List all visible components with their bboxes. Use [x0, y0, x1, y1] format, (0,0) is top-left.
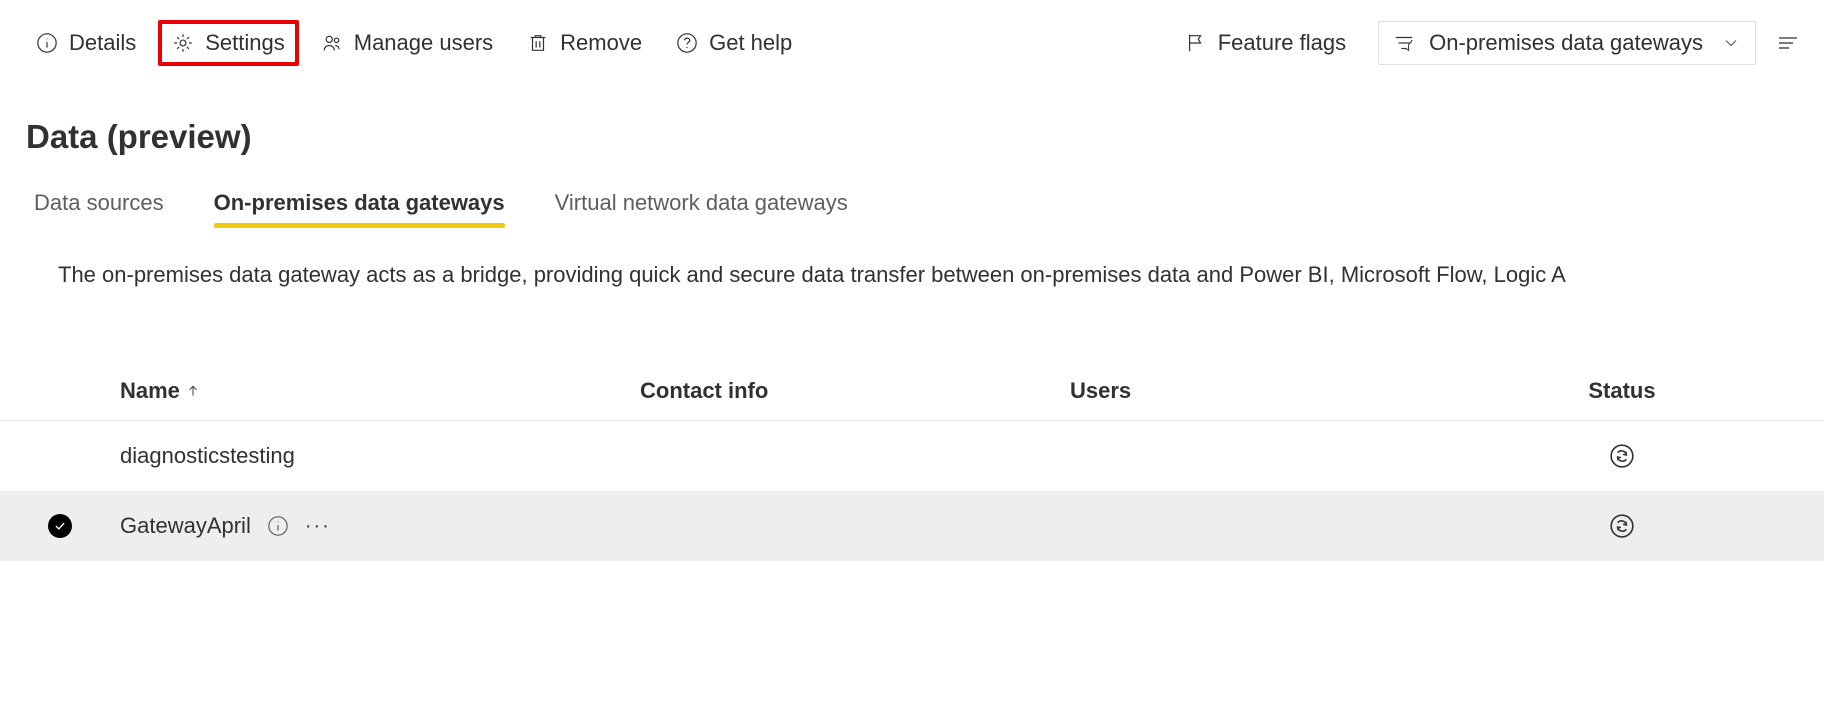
remove-button[interactable]: Remove: [515, 22, 654, 64]
settings-label: Settings: [205, 30, 285, 56]
feature-flags-button[interactable]: Feature flags: [1173, 22, 1358, 64]
table-row[interactable]: diagnosticstesting: [0, 421, 1824, 491]
column-header-name-label: Name: [120, 378, 180, 404]
tab-data-sources[interactable]: Data sources: [34, 190, 164, 226]
feature-flags-label: Feature flags: [1218, 30, 1346, 56]
help-icon: [676, 32, 698, 54]
details-label: Details: [69, 30, 136, 56]
get-help-button[interactable]: Get help: [664, 22, 804, 64]
column-header-contact[interactable]: Contact info: [640, 378, 1070, 404]
filter-dropdown[interactable]: On-premises data gateways: [1378, 21, 1756, 65]
gateway-name: GatewayApril: [120, 513, 251, 539]
refresh-icon[interactable]: [1609, 513, 1635, 539]
info-icon: [36, 32, 58, 54]
tab-virtual-network-gateways[interactable]: Virtual network data gateways: [555, 190, 848, 226]
settings-button[interactable]: Settings: [158, 20, 299, 66]
table-header: Name Contact info Users Status: [0, 378, 1824, 421]
chevron-down-icon: [1721, 33, 1741, 53]
info-icon[interactable]: [267, 515, 289, 537]
column-header-name[interactable]: Name: [120, 378, 640, 404]
tab-on-premises-gateways[interactable]: On-premises data gateways: [214, 190, 505, 226]
more-actions-icon[interactable]: ···: [305, 515, 331, 538]
table-row[interactable]: GatewayApril ···: [0, 491, 1824, 561]
details-button[interactable]: Details: [24, 22, 148, 64]
manage-users-label: Manage users: [354, 30, 493, 56]
page-title: Data (preview): [0, 86, 1824, 156]
sort-asc-icon: [186, 384, 200, 398]
command-bar: Details Settings Manage users Remove Get…: [0, 0, 1824, 86]
gateway-name: diagnosticstesting: [120, 443, 295, 469]
filter-list-icon[interactable]: [1776, 31, 1800, 55]
filter-icon: [1393, 32, 1415, 54]
get-help-label: Get help: [709, 30, 792, 56]
tab-bar: Data sources On-premises data gateways V…: [0, 156, 1824, 226]
manage-users-button[interactable]: Manage users: [309, 22, 505, 64]
gateway-table: Name Contact info Users Status diagnosti…: [0, 378, 1824, 561]
flag-icon: [1185, 32, 1207, 54]
people-icon: [321, 32, 343, 54]
column-header-status[interactable]: Status: [1450, 378, 1794, 404]
filter-dropdown-label: On-premises data gateways: [1429, 30, 1703, 56]
refresh-icon[interactable]: [1609, 443, 1635, 469]
trash-icon: [527, 32, 549, 54]
column-header-users[interactable]: Users: [1070, 378, 1450, 404]
row-selected-check-icon[interactable]: [48, 514, 72, 538]
tab-description: The on-premises data gateway acts as a b…: [0, 226, 1824, 288]
gear-icon: [172, 32, 194, 54]
remove-label: Remove: [560, 30, 642, 56]
